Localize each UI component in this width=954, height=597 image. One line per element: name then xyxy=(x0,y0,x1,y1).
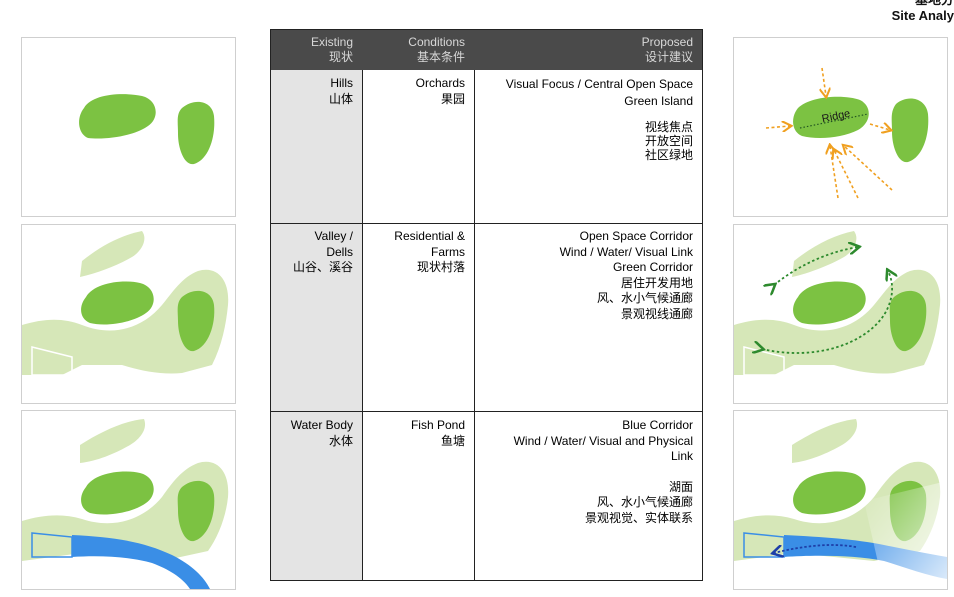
proposed-hills-diagram: Ridge xyxy=(733,37,948,217)
row-divider xyxy=(271,411,702,412)
wind-arrow xyxy=(765,126,790,128)
hill-shape xyxy=(177,101,215,165)
hill-shape xyxy=(793,471,866,515)
hill-shape xyxy=(81,281,154,325)
wind-arrow xyxy=(830,146,839,199)
hill-shape xyxy=(81,471,154,515)
wind-arrow xyxy=(822,67,826,96)
title-cn: 基地分 xyxy=(892,0,954,8)
header-proposed: Proposed 设计建议 xyxy=(641,35,693,64)
wind-arrow xyxy=(869,124,890,130)
column-divider xyxy=(362,70,363,580)
existing-water-diagram xyxy=(21,410,236,590)
site-analysis-table: Existing 现状 Conditions 基本条件 Proposed 设计建… xyxy=(270,29,703,581)
valley-shape xyxy=(792,231,857,277)
row1-existing: Hills 山体 xyxy=(328,76,353,106)
header-existing: Existing 现状 xyxy=(310,35,353,64)
row1-proposed: Visual Focus / Central Open Space Green … xyxy=(505,77,693,162)
row3-conditions: Fish Pond 鱼塘 xyxy=(410,418,465,448)
proposed-valley-diagram xyxy=(733,224,948,404)
row3-proposed: Blue Corridor Wind / Water/ Visual and P… xyxy=(513,418,693,525)
hill-shape xyxy=(793,281,866,325)
row1-conditions: Orchards 果园 xyxy=(415,76,465,106)
existing-valley-diagram xyxy=(21,224,236,404)
row2-existing: Valley / Dells 山谷、溪谷 xyxy=(292,229,353,274)
hill-shape xyxy=(79,94,156,139)
site-analysis-title: 基地分 Site Analy xyxy=(892,0,954,24)
proposed-water-diagram xyxy=(733,410,948,590)
row3-existing: Water Body 水体 xyxy=(290,418,353,448)
valley-shape xyxy=(80,231,145,277)
hill-shape xyxy=(891,98,929,163)
header-conditions: Conditions 基本条件 xyxy=(408,35,465,64)
valley-shape xyxy=(80,419,146,463)
row2-conditions: Residential & Farms 现状村落 xyxy=(394,229,465,274)
existing-column-bg xyxy=(271,70,362,580)
valley-shape xyxy=(792,419,858,463)
row2-proposed: Open Space Corridor Wind / Water/ Visual… xyxy=(559,229,693,321)
column-divider xyxy=(474,70,475,580)
title-en: Site Analy xyxy=(891,8,954,23)
wind-arrow xyxy=(844,146,893,191)
existing-hills-diagram xyxy=(21,37,236,217)
row-divider xyxy=(271,223,702,224)
